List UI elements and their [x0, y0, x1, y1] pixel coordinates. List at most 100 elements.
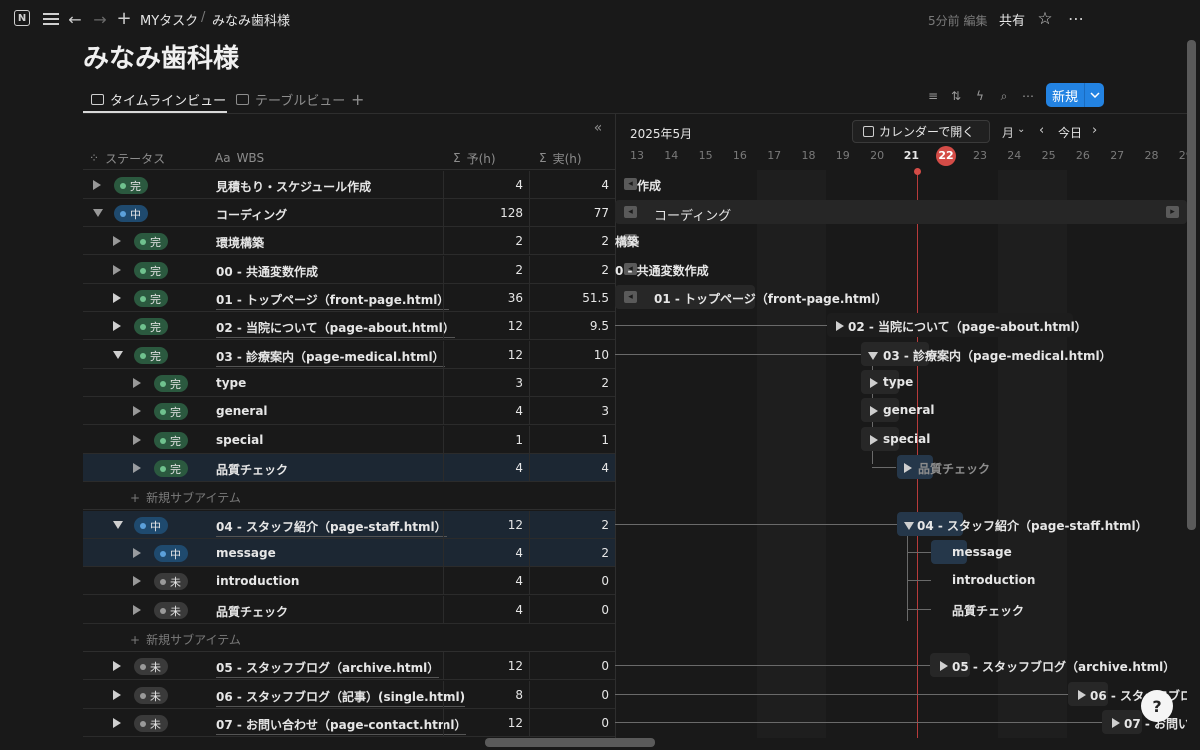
expanded-toggle-icon[interactable] [113, 351, 123, 359]
help-button[interactable]: ? [1141, 690, 1173, 722]
expanded-toggle-icon[interactable] [113, 521, 123, 529]
table-row[interactable]: 未 07 - お問い合わせ（page-contact.html） 12 0 [83, 709, 615, 737]
timeline-label[interactable]: 作成 [637, 177, 661, 194]
table-row[interactable]: 未 品質チェック 4 0 [83, 596, 615, 624]
table-row[interactable]: 未 introduction 4 0 [83, 567, 615, 595]
collapsed-toggle-icon[interactable] [940, 661, 948, 671]
timeline-label[interactable]: 構築 [615, 233, 639, 250]
timeline-label[interactable]: type [883, 375, 913, 389]
collapsed-toggle-icon[interactable] [133, 378, 141, 388]
status-badge[interactable]: 完 [154, 403, 188, 420]
wbs-name[interactable]: general [216, 404, 268, 418]
timeline-label[interactable]: 02 - 当院について（page-about.html） [848, 318, 1087, 335]
breadcrumb-root[interactable]: MYタスク [140, 10, 198, 29]
menu-icon[interactable] [42, 10, 60, 28]
wbs-name[interactable]: 見積もり・スケジュール作成 [216, 178, 371, 195]
status-badge[interactable]: 中 [114, 205, 148, 222]
wbs-name[interactable]: 04 - スタッフ紹介（page-staff.html） [216, 518, 447, 537]
sort-icon[interactable]: ⇅ [946, 86, 966, 106]
table-row[interactable]: 完 special 1 1 [83, 426, 615, 454]
more-icon[interactable]: ⋯ [1066, 8, 1086, 28]
forward-arrow-icon[interactable]: → [91, 10, 109, 29]
timeline-label[interactable]: introduction [952, 573, 1035, 587]
status-badge[interactable]: 完 [154, 432, 188, 449]
table-row[interactable]: 完 type 3 2 [83, 369, 615, 397]
filter-icon[interactable]: ≡ [923, 86, 943, 106]
status-badge[interactable]: 完 [114, 177, 148, 194]
table-row[interactable]: 未 06 - スタッフブログ（記事）(single.html) 8 0 [83, 681, 615, 709]
expanded-toggle-icon[interactable] [93, 209, 103, 217]
status-badge[interactable]: 未 [134, 658, 168, 675]
table-row[interactable]: 完 02 - 当院について（page-about.html） 12 9.5 [83, 312, 615, 340]
status-badge[interactable]: 完 [134, 290, 168, 307]
table-row[interactable]: 未 05 - スタッフブログ（archive.html） 12 0 [83, 652, 615, 680]
collapsed-toggle-icon[interactable] [113, 265, 121, 275]
collapsed-toggle-icon[interactable] [93, 180, 101, 190]
wbs-name[interactable]: 06 - スタッフブログ（記事）(single.html) [216, 688, 466, 707]
status-badge[interactable]: 完 [134, 347, 168, 364]
left-arrow-icon[interactable]: ◂ [624, 291, 637, 303]
tab-timeline[interactable]: タイムラインビュー [91, 86, 226, 112]
collapsed-toggle-icon[interactable] [1078, 690, 1086, 700]
timeline-label[interactable]: message [952, 545, 1012, 559]
wbs-name[interactable]: 環境構築 [216, 234, 264, 251]
column-header-planned[interactable]: Σ 予(h) [453, 148, 496, 168]
status-badge[interactable]: 未 [154, 602, 188, 619]
wbs-name[interactable]: 07 - お問い合わせ（page-contact.html） [216, 716, 467, 735]
collapsed-toggle-icon[interactable] [1112, 718, 1120, 728]
wbs-name[interactable]: 00 - 共通変数作成 [216, 263, 318, 280]
status-badge[interactable]: 完 [134, 233, 168, 250]
table-row[interactable]: 完 見積もり・スケジュール作成 4 4 [83, 171, 615, 199]
expanded-toggle-icon[interactable] [868, 352, 878, 360]
back-arrow-icon[interactable]: ← [66, 10, 84, 29]
chevron-down-icon[interactable] [1085, 92, 1104, 98]
status-badge[interactable]: 未 [134, 687, 168, 704]
timeline-label[interactable]: 04 - スタッフ紹介（page-staff.html） [917, 517, 1148, 534]
wbs-name[interactable]: 品質チェック [216, 603, 288, 620]
collapsed-toggle-icon[interactable] [870, 378, 878, 388]
table-row[interactable]: 完 00 - 共通変数作成 2 2 [83, 256, 615, 284]
table-row[interactable]: 完 環境構築 2 2 [83, 227, 615, 255]
column-header-status[interactable]: ⁘ ステータス [89, 148, 165, 168]
left-arrow-icon[interactable]: ◂ [624, 206, 637, 218]
new-subitem-button[interactable]: + 新規サブアイテム [130, 631, 241, 648]
table-row[interactable]: 完 03 - 診療案内（page-medical.html） 12 10 [83, 341, 615, 369]
status-badge[interactable]: 完 [134, 318, 168, 335]
status-badge[interactable]: 未 [134, 715, 168, 732]
timeline-label[interactable]: 05 - スタッフブログ（archive.html） [952, 658, 1175, 675]
open-calendar-button[interactable]: カレンダーで開く [852, 120, 990, 143]
collapsed-toggle-icon[interactable] [113, 236, 121, 246]
status-badge[interactable]: 中 [134, 517, 168, 534]
status-badge[interactable]: 中 [154, 545, 188, 562]
table-row[interactable]: 完 品質チェック 4 4 [83, 454, 615, 482]
table-row[interactable]: 完 general 4 3 [83, 397, 615, 425]
wbs-name[interactable]: 02 - 当院について（page-about.html） [216, 319, 455, 338]
timeline-label[interactable]: コーディング [654, 205, 731, 224]
status-badge[interactable]: 未 [154, 573, 188, 590]
table-row[interactable]: 完 01 - トップページ（front-page.html） 36 51.5 [83, 284, 615, 312]
view-options-icon[interactable]: ⋯ [1018, 86, 1038, 106]
today-button[interactable]: 今日 [1058, 124, 1082, 141]
add-view-button[interactable]: + [351, 86, 364, 112]
plus-icon[interactable]: + [115, 8, 133, 29]
wbs-name[interactable]: type [216, 376, 246, 390]
table-row[interactable]: 中 コーディング 128 77 [83, 199, 615, 227]
timeline-label[interactable]: 01 - トップページ（front-page.html） [654, 290, 887, 307]
collapsed-toggle-icon[interactable] [113, 690, 121, 700]
collapse-table-icon[interactable]: « [588, 120, 608, 136]
wbs-name[interactable]: 品質チェック [216, 461, 288, 478]
horizontal-scrollbar[interactable] [485, 738, 655, 747]
collapsed-toggle-icon[interactable] [904, 463, 912, 473]
vertical-scrollbar[interactable] [1187, 40, 1196, 530]
left-arrow-icon[interactable]: ◂ [624, 178, 637, 190]
wbs-name[interactable]: introduction [216, 574, 299, 588]
collapsed-toggle-icon[interactable] [870, 406, 878, 416]
star-icon[interactable]: ☆ [1035, 9, 1055, 29]
timeline-scale-select[interactable]: 月 ⌄ [1002, 124, 1025, 141]
collapsed-toggle-icon[interactable] [133, 548, 141, 558]
wbs-name[interactable]: message [216, 546, 276, 560]
wbs-name[interactable]: special [216, 433, 263, 447]
collapsed-toggle-icon[interactable] [113, 718, 121, 728]
table-row[interactable]: 中 04 - スタッフ紹介（page-staff.html） 12 2 [83, 511, 615, 539]
column-header-wbs[interactable]: Aa WBS [215, 148, 264, 168]
